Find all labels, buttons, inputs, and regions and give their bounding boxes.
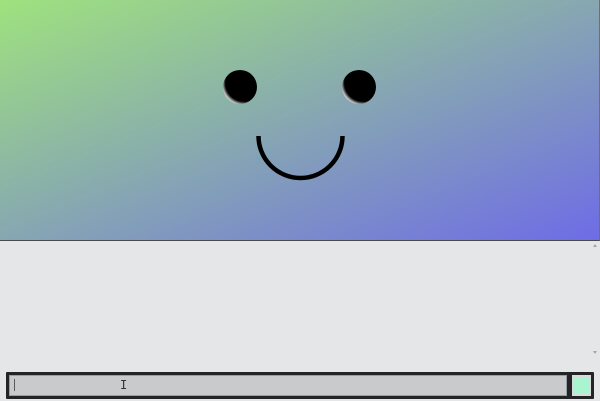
smiley-face xyxy=(0,0,599,240)
app-window: I xyxy=(0,0,600,401)
drawing-canvas[interactable] xyxy=(0,0,600,241)
ibeam-cursor-icon: I xyxy=(120,378,128,392)
console-output[interactable] xyxy=(0,241,590,370)
command-bar: I xyxy=(6,372,594,399)
text-caret xyxy=(14,379,15,391)
canvas-background xyxy=(0,0,599,240)
console-scrollbar[interactable] xyxy=(590,241,600,370)
left-eye xyxy=(223,70,257,104)
command-input[interactable] xyxy=(9,375,567,396)
right-eye xyxy=(342,70,376,104)
scroll-down-arrow-icon[interactable] xyxy=(593,351,597,354)
scroll-up-arrow-icon[interactable] xyxy=(593,244,597,247)
color-swatch-button[interactable] xyxy=(572,375,591,396)
